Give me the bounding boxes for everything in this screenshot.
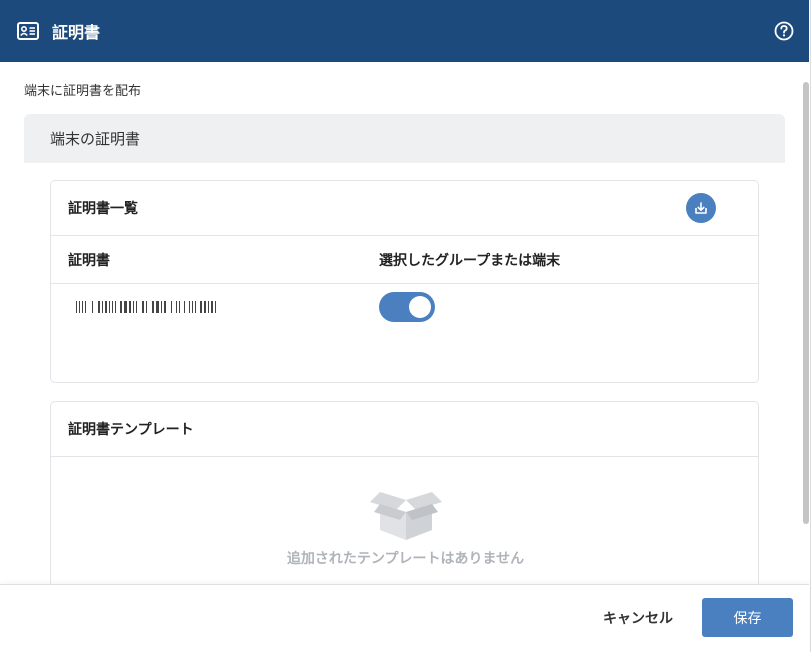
certificate-dialog: 証明書 端末に証明書を配布 端末の証明書 証明書一覧 証明書 選択したグループま… — [0, 0, 811, 652]
dialog-title: 証明書 — [52, 23, 101, 42]
id-card-icon — [16, 21, 40, 41]
dialog-footer: キャンセル 保存 — [0, 584, 809, 652]
column-header-certificate: 証明書 — [68, 252, 110, 269]
scrollbar-thumb[interactable] — [803, 82, 809, 524]
device-certs-header: 端末の証明書 — [24, 114, 785, 163]
toggle-knob — [409, 296, 431, 318]
cert-template-title: 証明書テンプレート — [68, 422, 194, 438]
table-row — [51, 284, 758, 330]
cert-table-header: 証明書 選択したグループまたは端末 — [51, 236, 758, 284]
cert-template-card: 証明書テンプレート 追加されたテンプレートはありません — [50, 401, 759, 584]
empty-state: 追加されたテンプレートはありません — [51, 482, 760, 568]
content-scroll-area[interactable]: 端末に証明書を配布 端末の証明書 証明書一覧 証明書 選択したグループまたは端末 — [0, 62, 803, 584]
download-button[interactable] — [686, 193, 716, 223]
cancel-button[interactable]: キャンセル — [593, 599, 683, 637]
column-header-assigned: 選択したグループまたは端末 — [379, 252, 561, 269]
redacted-barcode — [76, 301, 218, 313]
page-subtitle: 端末に証明書を配布 — [24, 84, 142, 99]
save-button[interactable]: 保存 — [702, 598, 793, 637]
help-circle-icon[interactable] — [773, 20, 795, 42]
download-icon — [695, 202, 707, 214]
cert-name-redacted — [51, 300, 379, 314]
cert-list-header: 証明書一覧 — [51, 181, 758, 236]
vertical-scrollbar[interactable] — [803, 62, 809, 584]
assign-toggle[interactable] — [379, 292, 435, 322]
device-certs-panel: 端末の証明書 証明書一覧 証明書 選択したグループまたは端末 証明書テンプレート… — [24, 114, 785, 584]
cert-template-header: 証明書テンプレート — [51, 402, 758, 457]
cert-list-title: 証明書一覧 — [68, 201, 138, 217]
empty-state-text: 追加されたテンプレートはありません — [286, 551, 525, 567]
title-bar: 証明書 — [0, 0, 809, 62]
empty-box-icon — [369, 492, 442, 540]
cert-list-card: 証明書一覧 証明書 選択したグループまたは端末 — [50, 180, 759, 383]
